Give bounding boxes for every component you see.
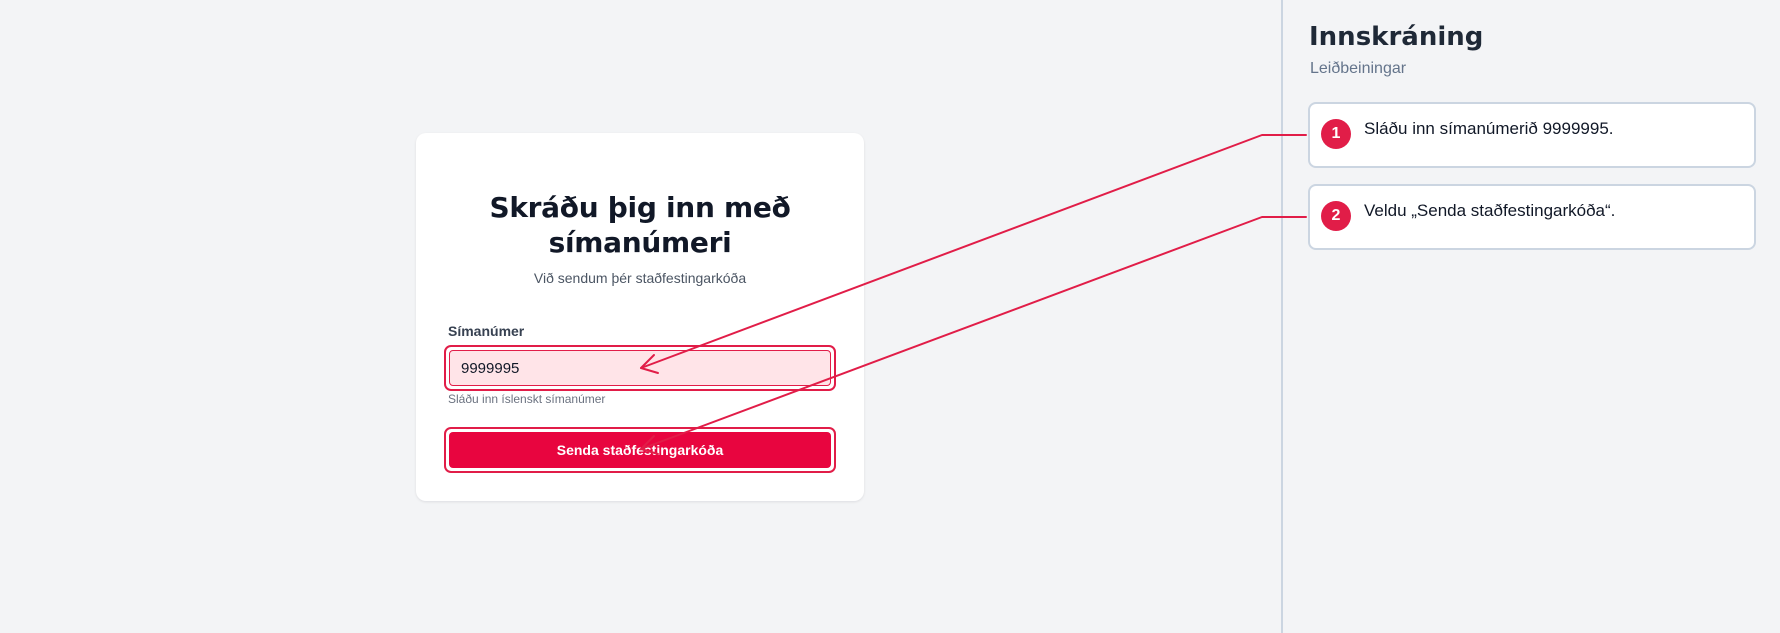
phone-input[interactable] bbox=[449, 350, 831, 386]
step-card-1: 1 Sláðu inn símanúmerið 9999995. bbox=[1308, 102, 1756, 168]
step-badge-2: 2 bbox=[1321, 201, 1351, 231]
panel-title: Innskráning bbox=[1309, 22, 1484, 52]
step-text-1: Sláðu inn símanúmerið 9999995. bbox=[1364, 119, 1614, 138]
step-card-2: 2 Veldu „Senda staðfestingarkóða“. bbox=[1308, 184, 1756, 250]
login-card: Skráðu þig inn með símanúmeri Við sendum… bbox=[416, 133, 864, 501]
page-subtitle: Við sendum þér staðfestingarkóða bbox=[533, 270, 747, 286]
step-text-2: Veldu „Senda staðfestingarkóða“. bbox=[1364, 201, 1616, 220]
step-badge-1: 1 bbox=[1321, 119, 1351, 149]
send-code-button[interactable]: Senda staðfestingarkóða bbox=[449, 432, 831, 468]
panel-subtitle: Leiðbeiningar bbox=[1310, 60, 1407, 77]
page-title: Skráðu þig inn með símanúmeri bbox=[489, 191, 791, 259]
phone-label: Símanúmer bbox=[448, 323, 525, 339]
instructions-panel: Innskráning Leiðbeiningar 1 Sláðu inn sí… bbox=[1281, 0, 1780, 633]
phone-help-text: Sláðu inn íslenskt símanúmer bbox=[448, 392, 606, 406]
